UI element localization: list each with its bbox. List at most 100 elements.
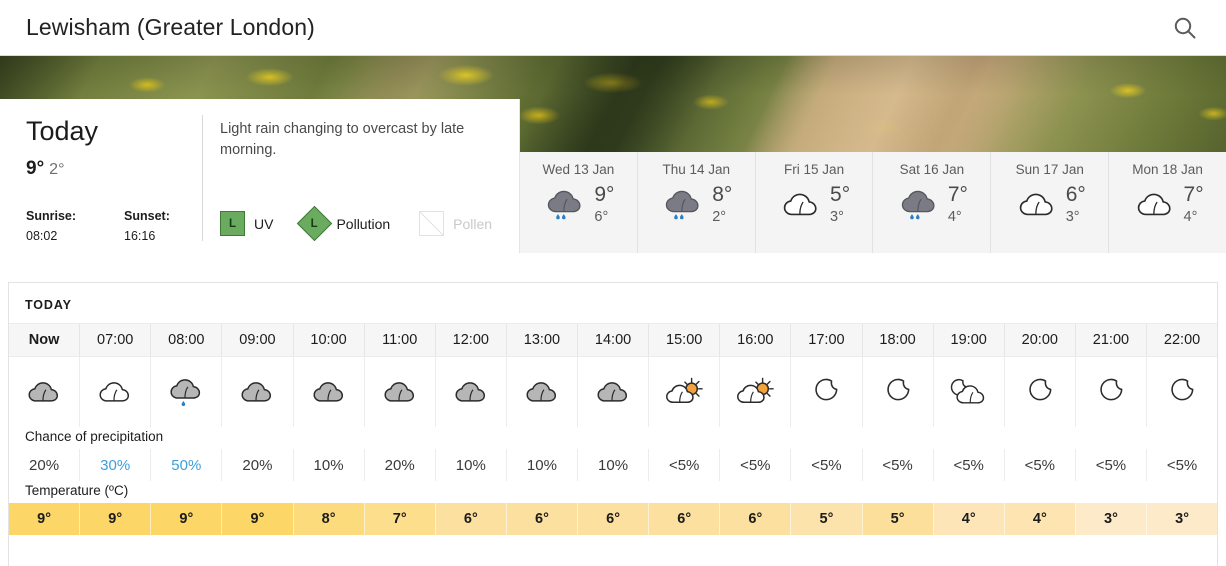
white-cloud-icon bbox=[1014, 185, 1060, 225]
hour-label[interactable]: 11:00 bbox=[363, 324, 435, 356]
temperature-value: 6° bbox=[577, 503, 649, 535]
day-forecast-card[interactable]: Fri 15 Jan 5° 3° bbox=[754, 152, 873, 253]
sun-cloud-icon bbox=[719, 357, 790, 427]
hour-label[interactable]: 18:00 bbox=[861, 324, 933, 356]
hour-label[interactable]: 22:00 bbox=[1146, 324, 1217, 356]
grey-cloud-drizzle-icon bbox=[150, 357, 221, 427]
pollution-badge[interactable]: L Pollution bbox=[297, 205, 391, 242]
grey-cloud-icon bbox=[434, 357, 506, 427]
sunset-value: 16:16 bbox=[124, 229, 156, 243]
pollution-label: Pollution bbox=[336, 215, 391, 232]
temperature-value: 9° bbox=[150, 503, 222, 535]
weather-summary-text: Light rain changing to overcast by late … bbox=[220, 121, 465, 159]
search-bar[interactable]: Lewisham (Greater London) bbox=[0, 0, 1226, 56]
grey-cloud-icon bbox=[577, 357, 648, 427]
day-high-temp: 7° bbox=[947, 183, 968, 206]
precipitation-value: 10% bbox=[577, 449, 648, 481]
rain-cloud-icon bbox=[660, 185, 706, 225]
white-cloud-icon bbox=[778, 185, 824, 225]
grey-cloud-icon bbox=[292, 357, 364, 427]
precipitation-row: 20% 30% 50% 20% 10% 20% 10% 10% 10% <5% <5% <5% <5% <… bbox=[9, 449, 1217, 481]
day-forecast-card[interactable]: Mon 18 Jan 7° 4° bbox=[1108, 152, 1226, 253]
pollen-badge: Pollen bbox=[419, 211, 492, 236]
hour-label[interactable]: 13:00 bbox=[505, 324, 577, 356]
hour-label[interactable]: 19:00 bbox=[932, 324, 1004, 356]
hour-label[interactable]: 21:00 bbox=[1074, 324, 1146, 356]
precipitation-value: <5% bbox=[861, 449, 933, 481]
hour-icons-row bbox=[9, 357, 1217, 427]
temperature-value: 5° bbox=[790, 503, 862, 535]
sunrise-block: Sunrise: 08:02 bbox=[26, 209, 76, 243]
grey-cloud-icon bbox=[9, 357, 79, 427]
precipitation-value: 20% bbox=[363, 449, 435, 481]
pollen-label: Pollen bbox=[453, 215, 493, 232]
day-forecast-card[interactable]: Sun 17 Jan 6° 3° bbox=[990, 152, 1108, 253]
day-name: Sat 16 Jan bbox=[899, 162, 965, 177]
day-forecast-card[interactable]: Wed 13 Jan 9° 6° bbox=[520, 152, 637, 253]
hour-label[interactable]: 16:00 bbox=[719, 324, 790, 356]
moon-icon bbox=[1146, 357, 1217, 427]
precipitation-value: <5% bbox=[1074, 449, 1146, 481]
temperature-value: 6° bbox=[434, 503, 506, 535]
day-high-temp: 6° bbox=[1065, 183, 1086, 206]
hour-label[interactable]: 08:00 bbox=[150, 324, 221, 356]
hour-label[interactable]: 17:00 bbox=[790, 324, 861, 356]
temperature-value: 4° bbox=[1003, 503, 1075, 535]
precipitation-value: 20% bbox=[221, 449, 292, 481]
day-low-temp: 4° bbox=[1183, 209, 1198, 226]
hour-label[interactable]: 15:00 bbox=[648, 324, 719, 356]
day-name: Thu 14 Jan bbox=[662, 162, 731, 177]
temperature-value: 7° bbox=[363, 503, 435, 535]
pollution-level-value: L bbox=[311, 217, 319, 230]
rain-cloud-icon bbox=[542, 185, 588, 225]
grey-cloud-icon bbox=[505, 357, 577, 427]
hour-label[interactable]: 14:00 bbox=[577, 324, 648, 356]
day-low-temp: 3° bbox=[1065, 209, 1080, 226]
uv-badge[interactable]: L UV bbox=[220, 211, 273, 236]
uv-level-icon: L bbox=[220, 211, 245, 236]
temperature-value: 9° bbox=[9, 503, 80, 535]
hour-label[interactable]: Now bbox=[9, 324, 79, 356]
temperature-value: 9° bbox=[221, 503, 293, 535]
sunset-label: Sunset: bbox=[124, 209, 170, 223]
hour-label[interactable]: 12:00 bbox=[434, 324, 506, 356]
precipitation-value: <5% bbox=[1146, 449, 1217, 481]
temperature-value: 6° bbox=[505, 503, 577, 535]
day-name: Sun 17 Jan bbox=[1015, 162, 1084, 177]
precipitation-value: 10% bbox=[505, 449, 577, 481]
pollution-level-icon: L bbox=[297, 205, 333, 242]
precipitation-value: <5% bbox=[1003, 449, 1075, 481]
precipitation-label: Chance of precipitation bbox=[25, 429, 164, 444]
conditions-badges: L UV L Pollution Pollen bbox=[220, 205, 492, 242]
temperature-value: 4° bbox=[932, 503, 1004, 535]
search-icon[interactable] bbox=[1168, 11, 1202, 45]
pollen-unavailable-icon bbox=[419, 211, 445, 236]
sunrise-label: Sunrise: bbox=[26, 209, 77, 223]
daily-forecast-strip: Wed 13 Jan 9° 6° Thu 14 Jan 8° 2° Fri 15… bbox=[520, 152, 1226, 253]
hourly-forecast-panel: TODAY Now 07:00 08:00 09:00 10:00 11:00 12:00 1… bbox=[8, 282, 1218, 566]
location-name: Lewisham (Greater London) bbox=[26, 14, 315, 40]
sunset-block: Sunset: 16:16 bbox=[124, 209, 170, 243]
day-name: Fri 15 Jan bbox=[784, 162, 845, 177]
white-cloud-icon bbox=[1132, 185, 1178, 225]
today-summary-card: Today 9° 2° Sunrise: 08:02 Sunset: 16:16 … bbox=[0, 99, 520, 253]
precipitation-value: 10% bbox=[292, 449, 364, 481]
card-divider bbox=[202, 115, 203, 241]
moon-icon bbox=[861, 357, 933, 427]
white-cloud-icon bbox=[79, 357, 150, 427]
moon-cloud-icon bbox=[932, 357, 1004, 427]
hour-label[interactable]: 09:00 bbox=[221, 324, 292, 356]
grey-cloud-icon bbox=[221, 357, 292, 427]
hour-label[interactable]: 07:00 bbox=[79, 324, 150, 356]
weather-page: Lewisham (Greater London) Today 9° 2° Sun… bbox=[0, 0, 1226, 566]
hour-label[interactable]: 20:00 bbox=[1003, 324, 1075, 356]
day-forecast-card[interactable]: Thu 14 Jan 8° 2° bbox=[636, 152, 755, 253]
precipitation-value: 30% bbox=[79, 449, 150, 481]
day-high-temp: 8° bbox=[712, 183, 733, 206]
grey-cloud-icon bbox=[363, 357, 435, 427]
moon-icon bbox=[1003, 357, 1075, 427]
sunrise-value: 08:02 bbox=[26, 229, 58, 243]
day-forecast-card[interactable]: Sat 16 Jan 7° 4° bbox=[872, 152, 990, 253]
hour-label[interactable]: 10:00 bbox=[292, 324, 364, 356]
precipitation-value: 50% bbox=[150, 449, 221, 481]
